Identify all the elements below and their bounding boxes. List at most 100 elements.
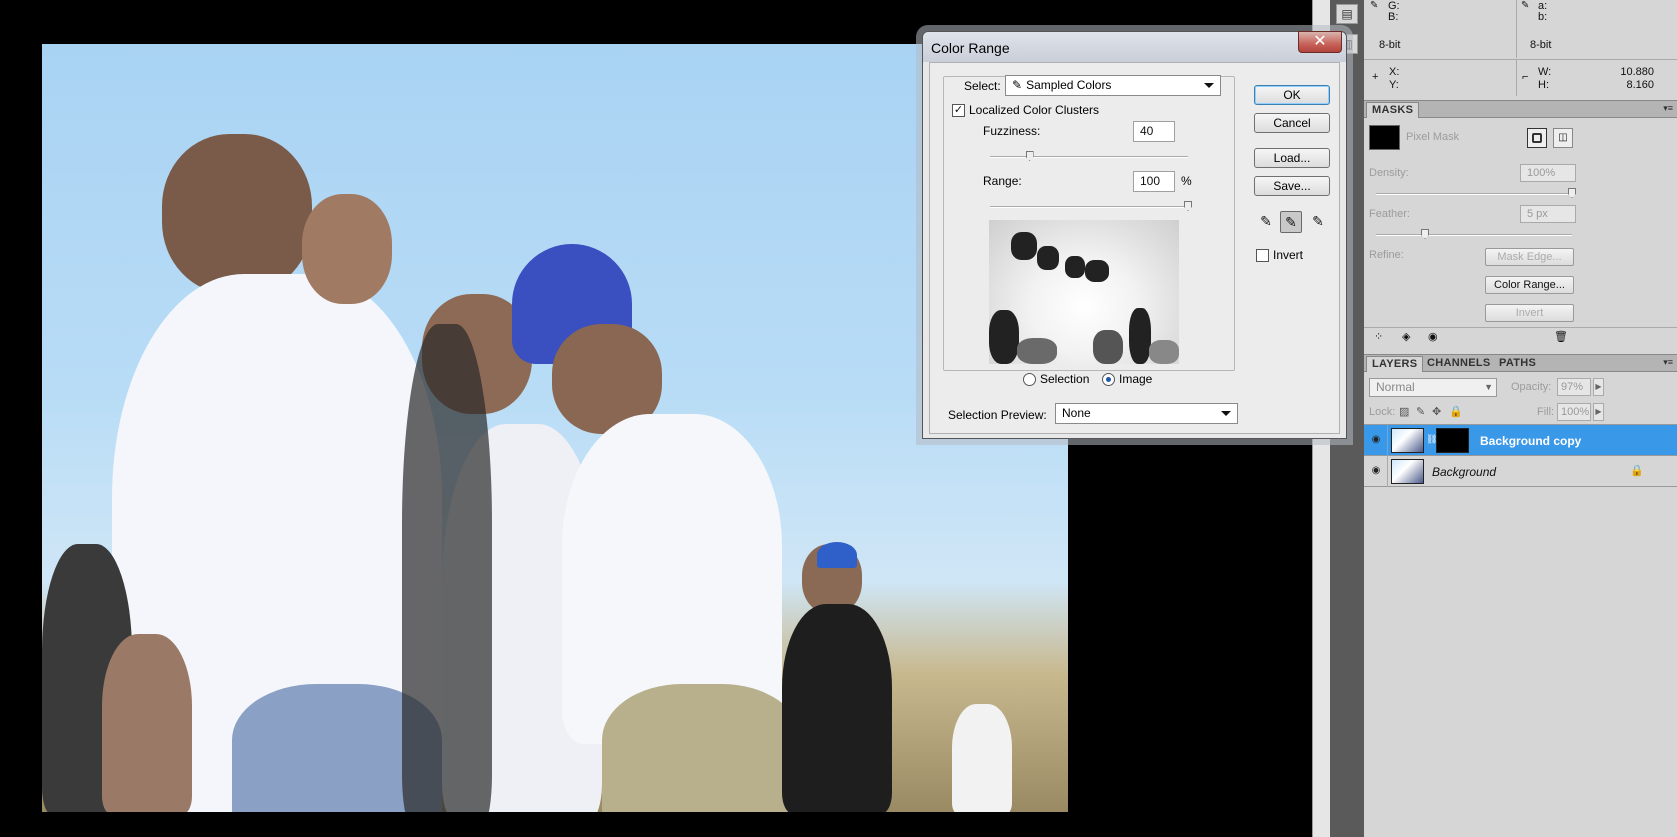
photo-figure (162, 134, 312, 294)
layer-mask-thumbnail[interactable] (1436, 428, 1469, 453)
preview-shape (1129, 308, 1151, 364)
chevron-down-icon (1221, 411, 1231, 416)
layer-thumbnail[interactable] (1391, 459, 1424, 484)
density-slider-thumb[interactable] (1568, 188, 1576, 198)
pixel-mask-label: Pixel Mask (1406, 131, 1460, 143)
feather-slider-thumb[interactable] (1421, 229, 1429, 239)
tab-paths[interactable]: PATHS (1494, 356, 1541, 372)
panel-menu-icon[interactable]: ▾≡ (1663, 103, 1673, 114)
invert-mask-button[interactable]: Invert (1485, 304, 1574, 322)
layer-row-background[interactable]: ◉ Background 🔒 (1364, 456, 1677, 487)
lock-transparent-icon[interactable]: ▨ (1399, 405, 1409, 418)
tab-layers[interactable]: LAYERS (1366, 356, 1424, 372)
feather-slider-track[interactable] (1376, 234, 1572, 236)
layer-row-background-copy[interactable]: ◉ ⛓ Background copy (1364, 425, 1677, 456)
photo-figure (952, 704, 1012, 812)
eyedropper-icon: ✎ (1370, 0, 1379, 11)
eye-icon[interactable]: ◉ (1428, 330, 1438, 343)
lock-all-icon[interactable]: 🔒 (1449, 405, 1463, 418)
preview-shape (1065, 256, 1085, 278)
info-h-value: 8.160 (1626, 79, 1654, 91)
image-radio[interactable] (1102, 373, 1115, 386)
select-value: Sampled Colors (1026, 78, 1112, 92)
localized-clusters-checkbox[interactable]: ✓ (952, 104, 965, 117)
selection-preview-dropdown[interactable]: None (1055, 403, 1238, 424)
selection-preview-value: None (1062, 406, 1091, 420)
selection-preview-thumbnail[interactable] (989, 220, 1179, 364)
opacity-arrow-icon[interactable]: ▶ (1593, 378, 1604, 396)
lock-move-icon[interactable]: ✥ (1432, 405, 1441, 418)
selection-radio[interactable] (1023, 373, 1036, 386)
load-button[interactable]: Load... (1254, 148, 1330, 168)
preview-shape (1011, 232, 1037, 260)
density-field[interactable]: 100% (1520, 164, 1576, 182)
pixel-mask-icon[interactable] (1527, 128, 1547, 148)
fill-field[interactable]: 100% (1557, 403, 1591, 421)
layer-thumbnail[interactable] (1391, 428, 1424, 453)
density-slider-track[interactable] (1376, 193, 1572, 195)
ok-button[interactable]: OK (1254, 85, 1330, 105)
masks-footer: ⁘ ◈ ◉ 🗑 (1364, 327, 1677, 345)
panel-menu-icon[interactable]: ▾≡ (1663, 357, 1673, 368)
blend-mode-value: Normal (1376, 380, 1415, 394)
blend-mode-select[interactable]: Normal ▼ (1369, 378, 1497, 397)
mask-thumbnail[interactable] (1369, 125, 1400, 150)
vector-mask-icon[interactable]: ◫ (1553, 128, 1573, 148)
layer-name[interactable]: Background copy (1480, 434, 1581, 448)
info-panel: ✎ G: B: ✎ a: b: 8-bit 8-bit + X: Y: ⌐ W:… (1364, 0, 1677, 98)
trash-icon[interactable]: 🗑 (1554, 330, 1568, 343)
lock-paint-icon[interactable]: ✎ (1416, 405, 1425, 418)
panel-toggle-icon[interactable]: ▤ (1336, 4, 1358, 24)
feather-field[interactable]: 5 px (1520, 205, 1576, 223)
cancel-button[interactable]: Cancel (1254, 113, 1330, 133)
layers-tab-bar: LAYERS CHANNELS PATHS ▾≡ (1364, 354, 1677, 372)
select-dropdown[interactable]: ✎ Sampled Colors (1005, 75, 1221, 96)
masks-panel: Pixel Mask ◫ Density: 100% Feather: 5 px… (1364, 119, 1677, 349)
eyedropper-plus-icon[interactable]: ✎ (1280, 211, 1302, 233)
layer-name[interactable]: Background (1432, 465, 1496, 479)
photo-figure (302, 194, 392, 304)
info-h-label: H: (1538, 79, 1549, 91)
mask-edge-button[interactable]: Mask Edge... (1485, 248, 1574, 266)
feather-label: Feather: (1369, 208, 1410, 220)
preview-shape (1037, 246, 1059, 270)
tab-masks[interactable]: MASKS (1366, 102, 1420, 118)
info-divider (1516, 0, 1517, 58)
info-w-label: W: (1538, 66, 1552, 78)
info-x-label: X: (1389, 66, 1400, 78)
fill-arrow-icon[interactable]: ▶ (1593, 403, 1604, 421)
range-label: Range: (983, 174, 1022, 188)
close-button[interactable]: ✕ (1298, 31, 1342, 53)
info-b-label: B: (1388, 11, 1399, 23)
opacity-field[interactable]: 97% (1557, 378, 1591, 396)
eyedropper-minus-icon[interactable]: ✎ (1307, 211, 1329, 233)
refine-label: Refine: (1369, 249, 1404, 261)
preview-shape (1017, 338, 1057, 364)
tab-channels[interactable]: CHANNELS (1422, 356, 1496, 372)
photo-image[interactable] (42, 44, 1068, 812)
eye-icon[interactable]: ◉ (1369, 464, 1383, 478)
range-input[interactable]: 100 (1133, 171, 1175, 192)
eyedropper-icon[interactable]: ✎ (1255, 211, 1277, 233)
apply-mask-icon[interactable]: ◈ (1402, 330, 1410, 343)
info-bitdepth-left: 8-bit (1379, 39, 1401, 51)
layer-divider (1387, 456, 1388, 487)
save-button[interactable]: Save... (1254, 176, 1330, 196)
layers-panel: Normal ▼ Opacity: 97% ▶ Lock: ▨ ✎ ✥ 🔒 Fi… (1364, 373, 1677, 837)
dialog-titlebar[interactable]: Color Range ✕ (923, 31, 1346, 62)
fuzziness-slider-track[interactable] (990, 156, 1188, 158)
opacity-label: Opacity: (1511, 381, 1552, 393)
density-label: Density: (1369, 167, 1409, 179)
fill-label: Fill: (1537, 406, 1555, 418)
load-selection-icon[interactable]: ⁘ (1374, 330, 1383, 343)
info-y-label: Y: (1389, 79, 1399, 91)
range-slider-track[interactable] (990, 206, 1188, 208)
invert-checkbox[interactable] (1256, 249, 1269, 262)
eye-icon[interactable]: ◉ (1369, 433, 1383, 447)
fuzziness-input[interactable]: 40 (1133, 121, 1175, 142)
chevron-down-icon: ▼ (1484, 382, 1493, 392)
color-range-button[interactable]: Color Range... (1485, 276, 1574, 294)
info-bitdepth-right: 8-bit (1530, 39, 1552, 51)
photo-figure (602, 684, 802, 812)
image-radio-label: Image (1119, 372, 1153, 386)
